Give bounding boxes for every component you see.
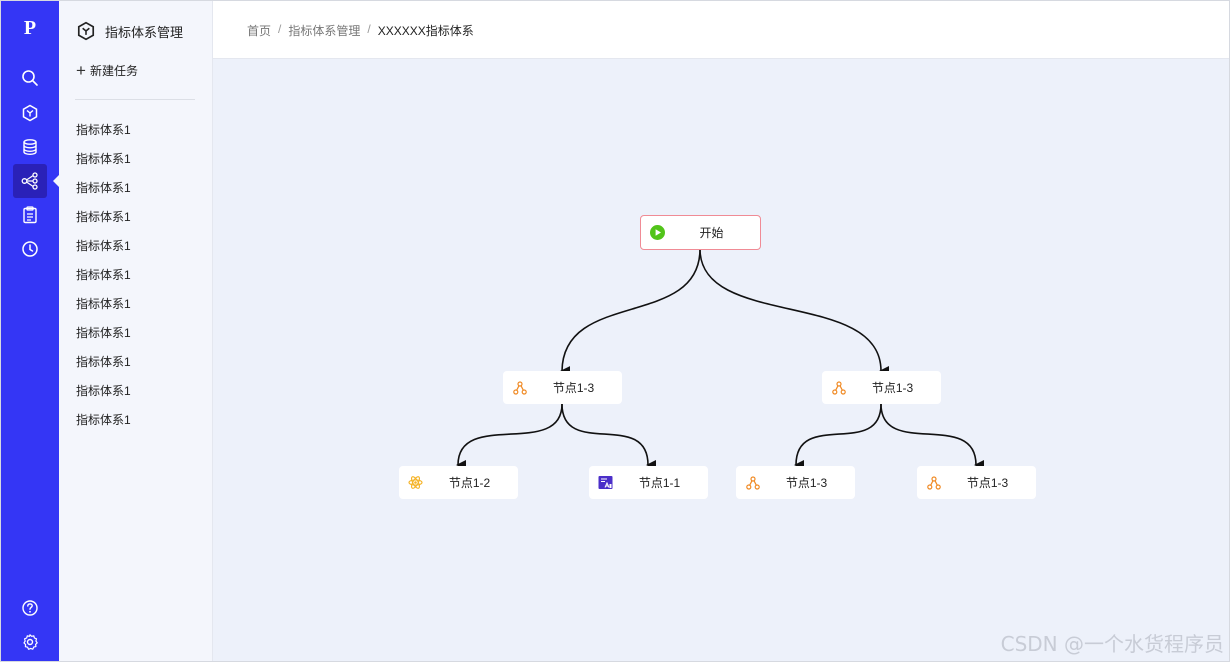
tree-structure-icon [926, 475, 941, 490]
hexagon-icon [22, 104, 38, 122]
edge-start-to-node-left [560, 248, 701, 377]
breadcrumb: 首页 / 指标体系管理 / XXXXXX指标体系 [247, 22, 474, 39]
list-item[interactable]: 指标体系1 [76, 178, 131, 207]
edge-right-to-node-1-3b [880, 403, 985, 470]
list-item[interactable]: 指标体系1 [76, 207, 131, 236]
flow-node-1-2[interactable]: 节点1-2 [399, 466, 518, 499]
list-item[interactable]: 指标体系1 [76, 352, 131, 381]
nav-database[interactable] [13, 130, 47, 164]
flow-node-level1-left[interactable]: 节点1-3 [503, 371, 622, 404]
nav-clipboard[interactable] [13, 198, 47, 232]
gear-icon [23, 634, 38, 650]
nav-search[interactable] [13, 61, 47, 95]
edge-left-to-node-1-2 [456, 403, 563, 471]
list-item[interactable]: 指标体系1 [76, 149, 131, 178]
flow-node-1-1[interactable]: 节点1-1 [589, 466, 708, 499]
breadcrumb-separator: / [367, 22, 371, 36]
plus-icon: + [76, 60, 86, 80]
tree-structure-icon [745, 475, 760, 490]
breadcrumb-current: XXXXXX指标体系 [377, 24, 474, 38]
sidebar-divider [75, 99, 195, 100]
list-item[interactable]: 指标体系1 [76, 120, 131, 149]
breadcrumb-separator: / [278, 22, 282, 36]
hexagon-icon [77, 21, 95, 41]
nav-flow[interactable] [13, 164, 47, 198]
flow-node-level1-right[interactable]: 节点1-3 [822, 371, 941, 404]
new-task-label: 新建任务 [89, 64, 138, 78]
share-nodes-icon [21, 172, 38, 190]
breadcrumb-home[interactable]: 首页 [247, 22, 271, 39]
sidebar-title: 指标体系管理 [105, 24, 184, 40]
nav-indicator-system[interactable] [13, 96, 47, 130]
flow-node-1-3-b[interactable]: 节点1-3 [917, 466, 1036, 499]
edge-start-to-node-right [699, 248, 890, 376]
clock-icon [22, 241, 38, 257]
breadcrumb-indicator-management[interactable]: 指标体系管理 [288, 22, 360, 39]
top-header: 首页 / 指标体系管理 / XXXXXX指标体系 [213, 1, 1229, 59]
tree-structure-icon [831, 380, 846, 395]
secondary-sidebar: 指标体系管理 + 新建任务 指标体系1 指标体系1 指标体系1 指标体系1 指标… [59, 1, 213, 661]
app-logo: P [23, 17, 37, 39]
nav-history[interactable] [13, 232, 47, 266]
search-icon [22, 70, 38, 86]
icon-rail: P [1, 1, 60, 661]
list-item[interactable]: 指标体系1 [76, 294, 131, 323]
flow-edges [456, 248, 985, 471]
new-task-button[interactable]: + 新建任务 [76, 62, 138, 79]
list-item[interactable]: 指标体系1 [76, 381, 131, 410]
nav-help[interactable] [13, 591, 47, 625]
clipboard-icon [23, 206, 37, 224]
flow-node-start[interactable]: 开始 [640, 215, 761, 250]
list-item[interactable]: 指标体系1 [76, 323, 131, 352]
flow-node-1-3-a[interactable]: 节点1-3 [736, 466, 855, 499]
tree-structure-icon [512, 380, 527, 395]
sidebar-header: 指标体系管理 [76, 21, 183, 41]
list-item[interactable]: 指标体系1 [76, 265, 131, 294]
list-item[interactable]: 指标体系1 [76, 410, 131, 439]
database-icon [23, 139, 37, 156]
watermark: CSDN @一个水货程序员 [1000, 632, 1224, 656]
table-chart-icon [598, 475, 613, 490]
edge-left-to-node-1-1 [561, 403, 657, 470]
edge-right-to-node-1-3a [794, 403, 882, 471]
help-icon [22, 600, 38, 616]
list-item[interactable]: 指标体系1 [76, 236, 131, 265]
play-circle-icon [650, 225, 665, 240]
nav-settings[interactable] [13, 625, 47, 659]
flow-canvas[interactable]: 开始 节点1-3 节点1-3 节点1-2 节点1-1 节点1-3 节点1-3 [213, 59, 1229, 661]
atom-icon [408, 475, 423, 490]
indicator-system-list: 指标体系1 指标体系1 指标体系1 指标体系1 指标体系1 指标体系1 指标体系… [76, 120, 131, 439]
